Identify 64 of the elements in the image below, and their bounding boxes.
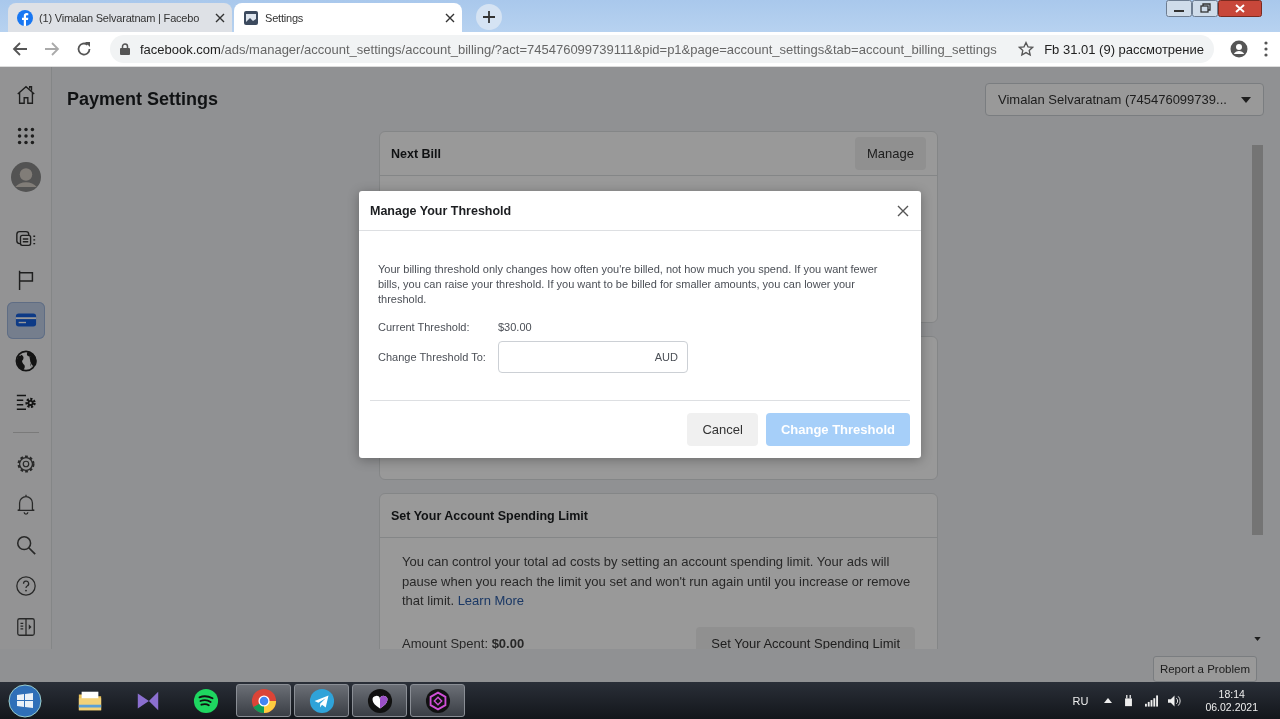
signal-bars-icon[interactable] [1145,694,1159,707]
dialog-title: Manage Your Threshold [370,203,512,218]
card-title: Next Bill [391,146,441,161]
account-dropdown[interactable]: Vimalan Selvaratnam (745476099739... [985,83,1264,116]
taskbar-app[interactable] [410,684,465,717]
close-icon[interactable] [1218,0,1262,17]
learn-more-link[interactable]: Learn More [457,593,525,608]
lock-icon [120,43,130,55]
scroll-down-icon[interactable] [1254,637,1261,641]
taskbar-app[interactable] [236,684,291,717]
caret-icon [1241,96,1251,103]
manage-button[interactable]: Manage [855,137,926,170]
browser-tab[interactable]: (1) Vimalan Selvaratnam | Facebo [8,3,232,32]
close-icon[interactable] [445,12,455,23]
currency-label: AUD [654,351,678,363]
tab-title: (1) Vimalan Selvaratnam | Facebo [39,11,201,24]
scrollbar[interactable] [1252,145,1263,641]
field-label: Change Threshold To: [378,351,487,363]
bookmark-label[interactable]: Fb 31.01 (9) рассмотрение [1044,41,1204,57]
panel-icon [14,615,37,638]
threshold-value: $30.00 [498,321,532,333]
back-arrow-icon[interactable] [12,41,28,57]
card-title: Set Your Account Spending Limit [391,508,588,523]
close-icon[interactable] [215,12,225,23]
sidebar-item[interactable] [6,302,45,339]
tab-title: Settings [265,11,305,24]
page-title: Payment Settings [67,89,219,110]
address-bar[interactable]: facebook.com/ads/manager/account_settings/account_billing/?act=745476099739111&pid=p1&page=account_settings&tab=account_billing_settings Fb 31.01 (9) рассмотрение [110,35,1214,63]
plus-icon[interactable] [476,4,502,30]
circle-logo-icon [250,687,277,714]
report-problem-button[interactable]: Report a Problem [1152,656,1257,682]
taskbar-app[interactable] [294,684,349,717]
time-text: 18:14 [1218,687,1245,701]
date-text: 06.02.2021 [1205,700,1258,714]
globe-icon [14,350,37,373]
close-icon[interactable] [897,204,909,217]
profile-icon[interactable] [1230,40,1248,58]
reload-icon[interactable] [76,41,92,57]
scrollbar-thumb[interactable] [1252,145,1263,535]
taskbar-app[interactable] [352,684,407,717]
speaker-icon[interactable] [1168,694,1182,707]
url-text: facebook.com/ads/manager/account_settings/account_billing/?act=745476099739111&pid=p1&page=account_settings&tab=account_billing_settings [140,41,998,57]
language-indicator[interactable]: RU [1072,694,1089,707]
help-icon [14,574,37,597]
avatar [10,161,41,192]
description-text: You can control your total ad costs by setting an account spending limit. Your ads will pause when you reach the limit you set and won't run again until you increase or remove that limit. Learn More [402,553,912,610]
star-icon[interactable] [1018,41,1035,57]
caret-up-icon[interactable] [1104,698,1113,703]
paper-plane-icon [308,687,335,714]
cancel-button[interactable]: Cancel [687,413,758,446]
minimize-icon[interactable] [1166,0,1192,17]
field-label: Current Threshold: [378,321,471,333]
restore-icon[interactable] [1192,0,1218,17]
start-orb-icon[interactable] [8,683,42,718]
search-icon [14,534,37,557]
dialog-text: Your billing threshold only changes how often you're billed, not how much you spend. If you want fewer bills, you can raise your threshold. If you want to be billed for smaller amounts, you can lower your threshold. [378,262,879,307]
input-field[interactable]: AUD [498,341,688,373]
home-icon [14,84,37,107]
picture-frame-icon [243,9,259,26]
circle-f-icon [17,9,33,26]
sound-waves-icon [192,687,219,714]
menu-icon[interactable] [1264,41,1268,57]
clock[interactable]: 18:14 06.02.2021 [1205,687,1258,714]
browser-tab[interactable]: Settings [234,3,462,32]
